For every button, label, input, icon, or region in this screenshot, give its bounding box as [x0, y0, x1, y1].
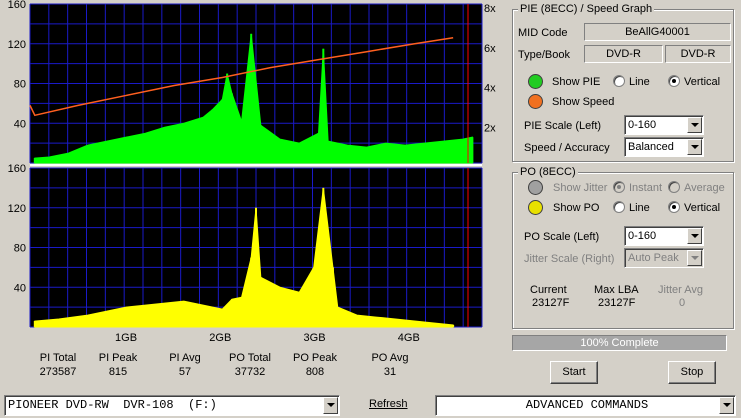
pie-scale-value: 0-160	[628, 119, 657, 131]
stat-po-avg-value: 31	[383, 366, 397, 378]
jitter-instant-radio	[613, 181, 625, 193]
jitter-average-label: Average	[684, 182, 725, 194]
po-vertical-label[interactable]: Vertical	[684, 202, 720, 214]
max-lba-value: 23127F	[598, 297, 636, 309]
stat-pi-avg-value: 57	[178, 366, 192, 378]
stop-button[interactable]: Stop	[668, 361, 716, 384]
stat-po-peak-value: 808	[305, 366, 325, 378]
show-po-label[interactable]: Show PO	[553, 202, 599, 214]
speed-y-tick-label: 8x	[484, 3, 496, 15]
drive-select[interactable]: PIONEER DVD-RW DVR-108 (F:)	[4, 395, 340, 416]
speed-y-tick-label: 6x	[484, 43, 496, 55]
book-field: DVD-R	[665, 45, 731, 63]
progress-bar: 100% Complete	[512, 335, 727, 351]
stop-button-label: Stop	[680, 366, 704, 378]
x-tick-label: 1GB	[115, 332, 138, 344]
speed-accuracy-label: Speed / Accuracy	[524, 142, 610, 154]
stat-pi-peak-label: PI Peak	[98, 352, 138, 364]
stat-pi-total-label: PI Total	[39, 352, 77, 364]
pie-y-tick-label: 160	[8, 0, 26, 11]
chevron-down-icon[interactable]	[323, 397, 338, 414]
pie-scale-select[interactable]: 0-160	[624, 115, 704, 135]
pie-speed-group-title: PIE (8ECC) / Speed Graph	[518, 3, 655, 15]
po-y-tick-label: 80	[14, 243, 26, 255]
jitter-scale-value: Auto Peak	[628, 252, 679, 264]
show-speed-label[interactable]: Show Speed	[552, 96, 614, 108]
pie-scale-label: PIE Scale (Left)	[524, 120, 602, 132]
po-scale-label: PO Scale (Left)	[524, 231, 600, 243]
stat-po-avg-label: PO Avg	[371, 352, 409, 364]
speed-color-swatch	[528, 94, 543, 109]
type-book-label: Type/Book	[518, 49, 570, 61]
po-vertical-radio[interactable]	[668, 201, 680, 213]
pie-vertical-label[interactable]: Vertical	[684, 76, 720, 88]
mid-code-field: BeAllG40001	[584, 23, 731, 41]
pie-line-label[interactable]: Line	[629, 76, 650, 88]
po-y-tick-label: 120	[8, 203, 26, 215]
chevron-down-icon[interactable]	[687, 139, 702, 155]
jitter-instant-label: Instant	[629, 182, 663, 194]
stat-po-peak-label: PO Peak	[292, 352, 338, 364]
speed-accuracy-select[interactable]: Balanced	[624, 137, 704, 157]
po-line-radio[interactable]	[613, 201, 625, 213]
stat-pi-peak-value: 815	[108, 366, 128, 378]
pie-vertical-radio[interactable]	[668, 75, 680, 87]
pie-y-tick-label: 120	[8, 39, 26, 51]
po-y-tick-label: 40	[14, 282, 26, 294]
graph-area: 160 120 80 40 8x 6x 4x 2x 160 120 80 40	[0, 0, 504, 332]
pie-y-tick-label: 80	[14, 79, 26, 91]
po-scale-select[interactable]: 0-160	[624, 226, 704, 246]
speed-y-tick-label: 2x	[484, 122, 496, 134]
chevron-down-icon[interactable]	[719, 397, 734, 414]
show-jitter-label: Show Jitter	[553, 182, 608, 194]
stat-pi-avg-label: PI Avg	[169, 352, 201, 364]
po-line-label[interactable]: Line	[629, 202, 650, 214]
stat-po-total-label: PO Total	[229, 352, 271, 364]
jitter-color-swatch	[528, 180, 543, 195]
drive-select-value: PIONEER DVD-RW DVR-108 (F:)	[8, 398, 217, 412]
speed-accuracy-value: Balanced	[628, 141, 674, 153]
stat-po-total-value: 37732	[234, 366, 266, 378]
chevron-down-icon[interactable]	[687, 228, 702, 244]
graph-svg: 160 120 80 40 8x 6x 4x 2x 160 120 80 40	[8, 0, 496, 328]
start-button[interactable]: Start	[550, 361, 598, 384]
show-pie-label[interactable]: Show PIE	[552, 76, 600, 88]
chevron-down-icon	[687, 250, 702, 266]
jitter-avg-value: 0	[679, 297, 686, 309]
x-tick-label: 2GB	[209, 332, 232, 344]
type-field: DVD-R	[584, 45, 663, 63]
jitter-avg-label: Jitter Avg	[658, 284, 704, 296]
chevron-down-icon[interactable]	[687, 117, 702, 133]
commands-select[interactable]: ADVANCED COMMANDS	[435, 395, 736, 416]
jitter-scale-label: Jitter Scale (Right)	[524, 253, 615, 265]
pie-line-radio[interactable]	[613, 75, 625, 87]
start-button-label: Start	[562, 366, 586, 378]
jitter-scale-select: Auto Peak	[624, 248, 704, 268]
po-scale-value: 0-160	[628, 230, 657, 242]
stat-pi-total-value: 273587	[39, 366, 77, 378]
mid-code-label: MID Code	[518, 27, 568, 39]
pie-y-tick-label: 40	[14, 118, 26, 130]
pie-color-swatch	[528, 74, 543, 89]
current-value: 23127F	[532, 297, 570, 309]
x-tick-label: 3GB	[303, 332, 326, 344]
jitter-average-radio	[668, 181, 680, 193]
po-y-tick-label: 160	[8, 163, 26, 175]
po-group-title: PO (8ECC)	[518, 166, 578, 178]
commands-select-value: ADVANCED COMMANDS	[525, 398, 649, 412]
speed-y-tick-label: 4x	[484, 83, 496, 95]
po-color-swatch	[528, 200, 543, 215]
current-label: Current	[530, 284, 567, 296]
refresh-button[interactable]: Refresh	[369, 398, 408, 410]
max-lba-label: Max LBA	[594, 284, 639, 296]
x-tick-label: 4GB	[397, 332, 420, 344]
